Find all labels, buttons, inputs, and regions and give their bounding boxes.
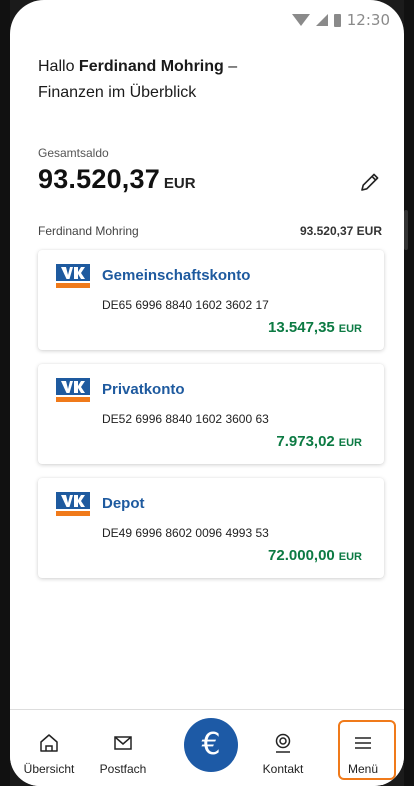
- account-balance: 72.000,00 EUR: [268, 547, 362, 564]
- total-balance: 93.520,37 EUR: [38, 164, 404, 198]
- owner-total: 93.520,37 EUR: [299, 224, 382, 238]
- total-balance-amount: 93.520,37: [38, 164, 160, 194]
- status-time: 12:30: [346, 11, 390, 29]
- greeting-dash: –: [228, 58, 238, 75]
- account-iban: DE65 6996 8840 1602 3602 17: [102, 298, 269, 312]
- account-balance-currency: EUR: [338, 551, 362, 563]
- device-frame-right: [404, 0, 414, 786]
- app-screen: 12:30 Hallo Ferdinand Mohring – Finanzen…: [10, 0, 404, 786]
- account-name: Depot: [102, 495, 145, 512]
- device-side-button: [404, 210, 408, 250]
- nav-overview-label: Übersicht: [23, 762, 75, 776]
- account-balance-currency: EUR: [338, 323, 362, 335]
- account-owner-row: Ferdinand Mohring 93.520,37 EUR: [10, 224, 404, 238]
- bottom-navigation: Übersicht Postfach € Kontakt Menü: [10, 709, 404, 786]
- account-iban: DE49 6996 8602 0096 4993 53: [102, 526, 269, 540]
- home-icon: [40, 734, 58, 752]
- euro-icon[interactable]: €: [184, 718, 238, 772]
- nav-postfach-label: Postfach: [99, 762, 147, 776]
- nav-menu-label: Menü: [347, 762, 379, 776]
- account-card-privatkonto[interactable]: Privatkonto DE52 6996 8840 1602 3600 63 …: [38, 364, 384, 464]
- signal-icon: [315, 14, 328, 26]
- bank-logo-icon: [56, 492, 90, 516]
- bank-logo-icon: [56, 378, 90, 402]
- account-balance-amount: 7.973,02: [276, 433, 335, 450]
- account-name: Privatkonto: [102, 381, 185, 398]
- account-card-depot[interactable]: Depot DE49 6996 8602 0096 4993 53 72.000…: [38, 478, 384, 578]
- nav-overview[interactable]: Übersicht: [14, 732, 84, 776]
- mail-icon: [114, 736, 132, 750]
- account-card-gemeinschaftskonto[interactable]: Gemeinschaftskonto DE65 6996 8840 1602 3…: [38, 250, 384, 350]
- nav-kontakt[interactable]: Kontakt: [248, 732, 318, 776]
- battery-icon: [333, 13, 341, 27]
- status-bar: 12:30: [10, 0, 404, 40]
- contact-icon: [275, 733, 291, 753]
- nav-menu[interactable]: Menü: [328, 732, 398, 776]
- account-iban: DE52 6996 8840 1602 3600 63: [102, 412, 269, 426]
- pencil-icon[interactable]: [358, 170, 382, 194]
- account-list: Gemeinschaftskonto DE65 6996 8840 1602 3…: [10, 250, 404, 578]
- greeting-name: Ferdinand Mohring: [78, 58, 224, 75]
- greeting-hallo: Hallo: [38, 58, 75, 75]
- nav-postfach[interactable]: Postfach: [88, 732, 158, 776]
- wifi-icon: [291, 14, 310, 26]
- owner-name: Ferdinand Mohring: [38, 224, 139, 238]
- device-frame-left: [0, 0, 10, 786]
- greeting-subtitle: Finanzen im Überblick: [38, 84, 197, 101]
- account-balance: 13.547,35 EUR: [268, 319, 362, 336]
- account-balance-amount: 13.547,35: [268, 319, 335, 336]
- nav-kontakt-label: Kontakt: [262, 762, 304, 776]
- account-name: Gemeinschaftskonto: [102, 267, 251, 284]
- account-balance: 7.973,02 EUR: [276, 433, 362, 450]
- account-balance-amount: 72.000,00: [268, 547, 335, 564]
- menu-icon: [355, 737, 371, 749]
- greeting: Hallo Ferdinand Mohring – Finanzen im Üb…: [10, 40, 404, 106]
- total-balance-label: Gesamtsaldo: [38, 146, 109, 160]
- total-balance-currency: EUR: [163, 175, 196, 192]
- account-balance-currency: EUR: [338, 437, 362, 449]
- greeting-line: Hallo Ferdinand Mohring –: [38, 54, 404, 80]
- bank-logo-icon: [56, 264, 90, 288]
